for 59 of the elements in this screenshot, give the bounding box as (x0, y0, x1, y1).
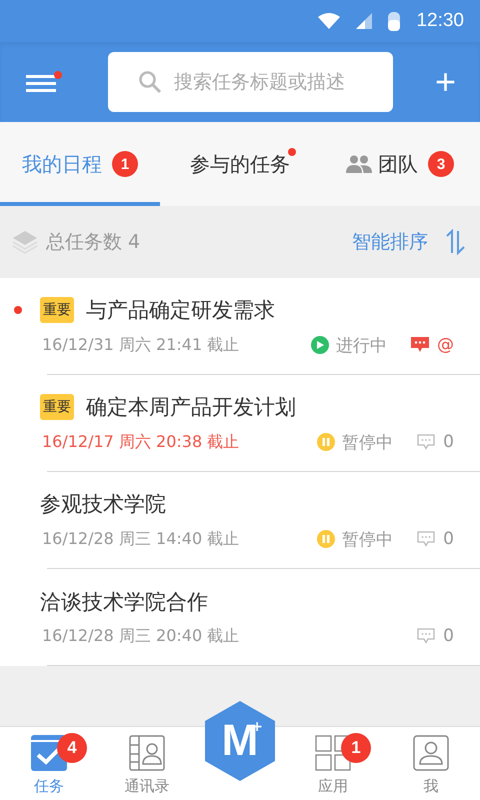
battery-icon (388, 11, 400, 31)
count-badge: 1 (341, 733, 371, 763)
important-tag: 重要 (40, 296, 74, 322)
task-row[interactable]: 重要 与产品确定研发需求 16/12/31 周六 21:41 截止 进行中 @ (0, 278, 480, 375)
tab-label: 团队 (378, 150, 418, 178)
wifi-icon (318, 13, 340, 29)
task-title: 确定本周产品开发计划 (86, 394, 296, 420)
task-count: 总任务数 4 (46, 230, 140, 255)
comment-icon (417, 628, 436, 644)
pause-icon (317, 433, 336, 451)
nav-item[interactable]: 1 应用 (293, 727, 373, 796)
status-label: 暂停中 (342, 432, 394, 454)
layers-icon (12, 229, 38, 255)
tab-label: 参与的任务 (190, 150, 290, 178)
search-bar[interactable]: 搜索任务标题或描述 (108, 52, 393, 112)
pause-icon (317, 530, 336, 548)
count-badge: 3 (428, 151, 454, 177)
tab[interactable]: 团队 3 (320, 122, 480, 206)
clock: 12:30 (416, 10, 464, 32)
comment-icon (417, 531, 436, 547)
comment-count: 0 (443, 432, 454, 452)
task-row[interactable]: 重要 确定本周产品开发计划 16/12/17 周六 20:38 截止 暂停中 0 (0, 375, 480, 472)
count-badge: 1 (112, 151, 138, 177)
comment-count: 0 (443, 626, 454, 646)
tab-label: 我的日程 (22, 150, 102, 178)
status-label: 进行中 (336, 334, 387, 356)
tab[interactable]: 参与的任务 (160, 122, 320, 206)
nav-item[interactable]: 4 任务 (9, 727, 89, 796)
important-tag: 重要 (40, 394, 74, 420)
signal-icon (356, 13, 372, 29)
nav-item[interactable]: 通讯录 (107, 727, 187, 796)
chat-icon (411, 337, 429, 353)
nav-label: 我 (424, 777, 438, 796)
nav-label: 任务 (34, 777, 64, 796)
task-title: 参观技术学院 (40, 490, 166, 518)
search-field[interactable]: 搜索任务标题或描述 (174, 71, 374, 93)
user-icon (413, 735, 449, 771)
task-title: 与产品确定研发需求 (86, 296, 275, 324)
comment-count: 0 (443, 529, 454, 549)
people-icon (346, 155, 372, 173)
nav-label: 应用 (318, 777, 348, 796)
task-row[interactable]: 参观技术学院 16/12/28 周三 14:40 截止 暂停中 0 (0, 472, 480, 569)
mention-mark: @ (437, 335, 454, 355)
nav-label: 通讯录 (124, 777, 170, 796)
count-badge: 4 (57, 733, 87, 763)
comment-icon (417, 434, 436, 450)
sort-button[interactable]: 智能排序 (352, 229, 428, 255)
play-icon (311, 336, 329, 354)
deadline: 16/12/31 周六 21:41 截止 (42, 334, 240, 356)
deadline: 16/12/28 周三 14:40 截止 (42, 528, 240, 550)
deadline: 16/12/17 周六 20:38 截止 (42, 432, 240, 452)
sort-icon[interactable] (444, 229, 466, 255)
add-button[interactable]: + (430, 64, 460, 100)
nav-item[interactable]: 我 (391, 727, 471, 796)
task-title: 洽谈技术学院合作 (40, 588, 208, 616)
deadline: 16/12/28 周三 20:40 截止 (42, 626, 240, 646)
search-icon (138, 70, 162, 94)
contact-book-icon (129, 735, 165, 771)
status-label: 暂停中 (342, 528, 394, 550)
